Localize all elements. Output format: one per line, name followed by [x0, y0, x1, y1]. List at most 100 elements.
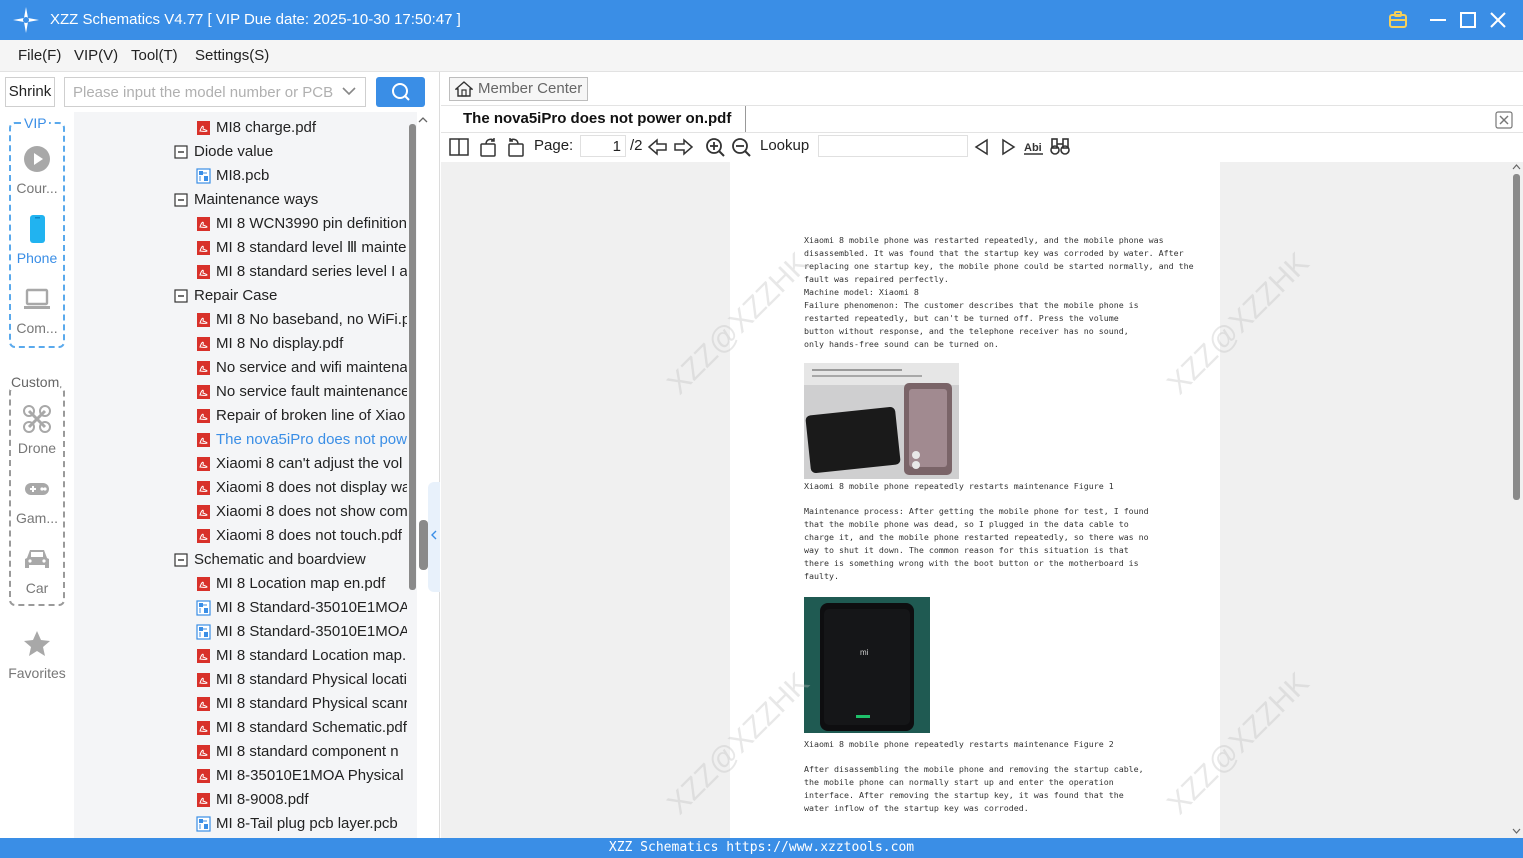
category-drone-label: Drone — [17, 440, 57, 456]
tree-item-label: MI 8 No baseband, no WiFi.p — [216, 311, 407, 328]
svg-text:Abi: Abi — [1024, 142, 1042, 154]
page-total: /2 — [630, 137, 643, 154]
tree-scrollbar[interactable] — [408, 114, 417, 838]
svg-text:mi: mi — [860, 648, 869, 657]
category-drone[interactable]: Drone — [0, 404, 74, 456]
scroll-up-arrow-icon[interactable] — [1511, 162, 1522, 172]
search-button[interactable] — [376, 77, 425, 107]
tree-item-label: Xiaomi 8 does not show com — [216, 503, 407, 520]
model-search-input[interactable] — [65, 78, 335, 106]
shrink-button[interactable]: Shrink — [5, 77, 55, 107]
pdf-file-icon — [197, 769, 210, 783]
member-center-label: Member Center — [478, 80, 583, 97]
menu-tool[interactable]: Tool(T) — [131, 47, 178, 64]
find-previous-icon[interactable] — [971, 136, 993, 158]
status-bar: XZZ Schematics https://www.xzztools.com — [0, 838, 1523, 858]
tree-item-label: The nova5iPro does not pow — [216, 431, 407, 448]
document-tab[interactable]: The nova5iPro does not power on.pdf — [449, 106, 747, 132]
collapse-minus-icon[interactable] — [174, 288, 189, 304]
two-page-view-icon[interactable] — [448, 136, 470, 158]
file-tree: MI8 charge.pdf Diode value MI8.pcb Maintena… — [74, 112, 417, 838]
minimize-icon[interactable] — [1426, 8, 1450, 32]
scroll-down-arrow-icon[interactable] — [1511, 826, 1522, 836]
category-computer[interactable]: Com... — [0, 284, 74, 336]
pdf-file-icon — [197, 529, 210, 543]
category-sidebar: VIP Cour... Phone Com... Custom Drone Ga… — [0, 112, 74, 838]
chevron-down-icon[interactable] — [341, 83, 357, 99]
panel-divider-grip[interactable] — [419, 520, 428, 570]
close-tab-icon[interactable] — [1495, 111, 1513, 129]
category-favorites[interactable]: Favorites — [0, 629, 74, 681]
lookup-label: Lookup — [760, 137, 810, 154]
category-course[interactable]: Cour... — [0, 144, 74, 196]
pdf-viewer[interactable]: Xiaomi 8 mobile phone was restarted repe… — [441, 162, 1523, 838]
home-icon — [455, 81, 473, 97]
menu-file[interactable]: File(F) — [18, 47, 61, 64]
collapse-minus-icon[interactable] — [174, 144, 189, 160]
zoom-out-icon[interactable] — [730, 136, 752, 158]
file-tree-list: MI8 charge.pdf Diode value MI8.pcb Maintena… — [74, 112, 407, 838]
tree-item-label: MI 8 standard Schematic.pdf — [216, 719, 407, 736]
menu-bar: File(F) VIP(V) Tool(T) Settings(S) — [0, 40, 1523, 72]
laptop-icon — [24, 288, 50, 309]
tree-item-label: No service fault maintenance — [216, 383, 407, 400]
pdf-file-icon — [197, 481, 210, 495]
pdf-file-icon — [197, 385, 210, 399]
play-circle-icon — [24, 146, 50, 172]
category-game-label: Gam... — [15, 510, 58, 526]
custom-group-label: Custom — [10, 374, 61, 390]
pdf-file-icon — [197, 409, 210, 423]
tree-item-label: MI 8-9008.pdf — [216, 791, 309, 808]
zoom-in-icon[interactable] — [704, 136, 726, 158]
car-icon — [25, 550, 49, 568]
lookup-input[interactable] — [818, 135, 968, 157]
model-search-box — [64, 77, 366, 107]
tree-scrollbar-thumb[interactable] — [409, 124, 416, 590]
page-label: Page: — [534, 137, 574, 154]
pdf-file-icon — [197, 577, 210, 591]
pdf-file-icon — [197, 313, 210, 327]
gamepad-icon — [25, 483, 49, 495]
tree-item-label: MI 8 Standard-35010E1MOA — [216, 623, 407, 640]
pdf-caption-1: Xiaomi 8 mobile phone repeatedly restart… — [804, 481, 1114, 491]
rotate-clockwise-icon[interactable] — [478, 136, 500, 158]
chevron-left-icon — [431, 530, 437, 540]
category-phone-label: Phone — [16, 250, 58, 266]
menu-settings[interactable]: Settings(S) — [195, 47, 269, 64]
pdf-file-icon — [197, 121, 210, 135]
previous-page-arrow-icon[interactable] — [647, 136, 669, 158]
panel-collapse-handle[interactable] — [419, 482, 440, 592]
pdf-caption-2: Xiaomi 8 mobile phone repeatedly restart… — [804, 739, 1114, 749]
category-game[interactable]: Gam... — [0, 474, 74, 526]
pdf-file-icon — [197, 721, 210, 735]
category-phone[interactable]: Phone — [0, 214, 74, 266]
menu-vip[interactable]: VIP(V) — [74, 47, 118, 64]
scroll-up-arrow-icon[interactable] — [417, 114, 429, 126]
category-car-label: Car — [25, 580, 49, 596]
collapse-minus-icon[interactable] — [174, 192, 189, 208]
find-next-icon[interactable] — [997, 136, 1019, 158]
tree-item-label: MI 8 Location map en.pdf — [216, 575, 386, 592]
phone-icon — [30, 215, 45, 243]
viewer-scrollbar[interactable] — [1510, 162, 1523, 838]
pcb-file-icon — [196, 600, 211, 616]
category-car[interactable]: Car — [0, 544, 74, 596]
next-page-arrow-icon[interactable] — [672, 136, 694, 158]
viewer-scrollbar-thumb[interactable] — [1513, 174, 1520, 500]
match-case-icon[interactable]: Abi — [1023, 136, 1045, 158]
close-icon[interactable] — [1486, 8, 1510, 32]
pdf-file-icon — [197, 265, 210, 279]
tree-item-label: MI 8 No display.pdf — [216, 335, 344, 352]
maximize-icon[interactable] — [1456, 8, 1480, 32]
collapse-minus-icon[interactable] — [174, 552, 189, 568]
app-logo-icon — [13, 7, 39, 33]
page-number-input[interactable] — [580, 135, 626, 157]
phone-photo-figure-1 — [804, 363, 959, 479]
tree-item-label: MI 8-Tail plug pcb layer.pcb — [216, 815, 398, 832]
briefcase-icon[interactable] — [1386, 8, 1410, 32]
binoculars-icon[interactable] — [1049, 136, 1071, 158]
pdf-file-icon — [197, 457, 210, 471]
member-center-button[interactable]: Member Center — [449, 77, 588, 101]
category-course-label: Cour... — [16, 180, 58, 196]
rotate-counterclockwise-icon[interactable] — [504, 136, 526, 158]
